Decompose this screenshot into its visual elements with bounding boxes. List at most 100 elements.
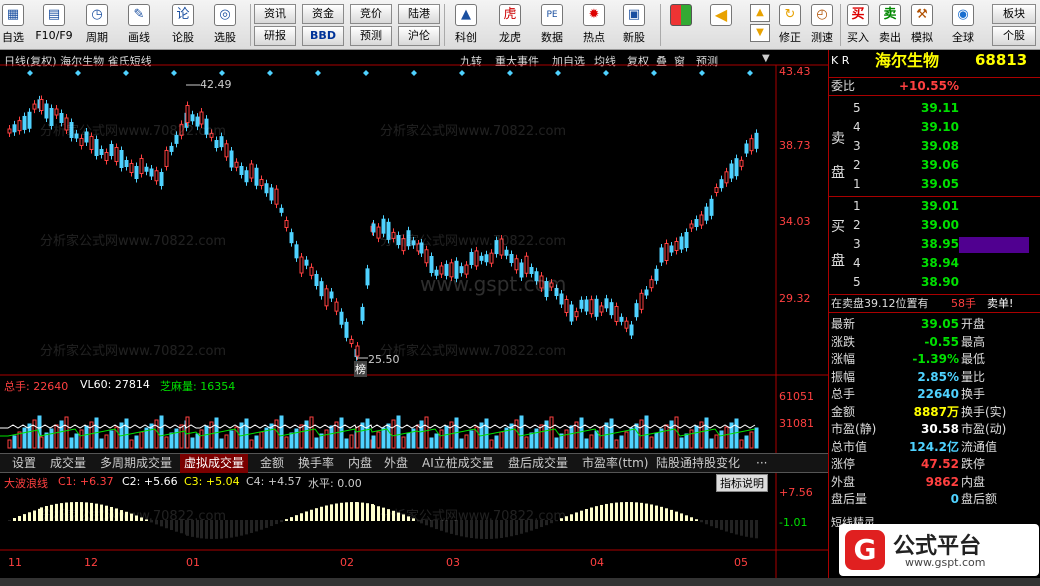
volume-bar [249,439,254,449]
tab-4[interactable]: 金额 [256,454,288,473]
tab-12[interactable]: ··· [752,454,771,473]
stat-value: 0 [950,492,959,506]
indicator-bar [275,520,278,525]
dragon-tiger-button[interactable]: 虎龙虎 [492,2,528,48]
candle-body [574,311,579,318]
shanghai-london-button[interactable]: 沪伦 [398,26,440,46]
volume-bar [429,437,434,449]
revise-icon: ↻ [779,4,801,26]
horizontal-scrollbar[interactable] [0,578,1040,586]
indicator-help-button[interactable]: 指标说明 [716,474,768,492]
event-marker [555,70,561,76]
target-icon: ◎ [214,4,236,26]
news-button[interactable]: 资讯 [254,4,296,24]
indicator-bar [33,510,36,521]
volume-bar [12,435,17,449]
stock-button[interactable]: 个股 [992,26,1036,46]
indicator-bar [605,503,608,521]
tab-5[interactable]: 换手率 [294,454,338,473]
volume-bar [749,431,754,449]
label: 测速 [811,31,833,44]
arrow-up-icon[interactable]: ▲ [750,4,770,22]
tab-2[interactable]: 多周期成交量 [96,454,176,473]
candle-body [79,138,84,146]
global-button[interactable]: ◉ 全球 [946,2,980,48]
candle-body [619,316,624,322]
candle-body [244,170,249,183]
hot-button[interactable]: ✹ 热点 [576,2,612,48]
order-row: 4 38.94 [829,255,1040,272]
capital-button[interactable]: 资金 [302,4,344,24]
stat-row: 市盈(静) 30.58 市盈(动) [829,421,1040,438]
bbd-button[interactable]: BBD [302,26,344,46]
indicator-bar [570,514,573,521]
tab-6[interactable]: 内盘 [344,454,376,473]
indicator-bar [705,520,708,525]
chart-area[interactable]: 日线(复权) 海尔生物 雀氏短线 九转 重大事件 加自选 均线 复权叠窗预测 ▼ 43.… [0,50,828,578]
candle-body [124,160,129,167]
quote-panel: K R 海尔生物 68813 委比 +10.55% 卖盘 5 39.11 4 39.1… [828,50,1040,578]
indicator-bar [590,507,593,521]
buy-button[interactable]: 买买入 [844,2,872,48]
divider [250,4,251,46]
stat-label-2: 量比 [961,369,986,384]
candle-body [355,345,360,357]
tab-9[interactable]: 盘后成交量 [504,454,572,473]
volume-bar [754,427,759,449]
bang-badge[interactable]: 榜 [354,361,367,377]
stat-label-2: 内盘 [961,474,986,489]
candle-body [164,149,169,167]
watchlist-button[interactable]: ▦ 自选 [0,2,26,48]
volume-bar [499,431,504,449]
candle-body [259,179,264,186]
stat-label-2: 最高 [961,334,986,349]
stat-label: 总市值 [831,439,868,454]
research-button[interactable]: 研报 [254,26,296,46]
logo-icon: G [845,530,885,570]
data-button[interactable]: PE 数据 [534,2,570,48]
indicator-bar [580,510,583,521]
indicator-bar [356,502,359,521]
sell-button[interactable]: 卖卖出 [876,2,904,48]
candle-body [349,338,354,344]
order-price: 38.94 [921,256,959,270]
price-axis-label: 34.03 [779,215,811,228]
volume-bar [494,435,499,449]
volume-bar [396,415,401,449]
back-button[interactable]: ◀ [706,2,736,48]
date-label: 12 [84,556,98,569]
stock-picker-button[interactable]: ◎ 选股 [210,2,240,48]
layout-icon [670,4,692,26]
discuss-button[interactable]: 论论股 [168,2,198,48]
layout-button[interactable] [666,2,696,48]
tab-7[interactable]: 外盘 [380,454,412,473]
stat-value: 47.52 [921,457,959,471]
scroll-buttons[interactable]: ▲ ▼ [748,2,772,48]
ipo-button[interactable]: ▣ 新股 [616,2,652,48]
f10-button[interactable]: ▤ F10/F9 [34,2,74,48]
tab-8[interactable]: AI立桩成交量 [418,454,498,473]
period-button[interactable]: ◷ 周期 [82,2,112,48]
forecast-button[interactable]: 预测 [350,26,392,46]
tab-1[interactable]: 成交量 [46,454,90,473]
buy-icon: 买 [847,4,869,26]
indicator-bar [23,514,26,521]
indicator-bar [245,520,248,535]
revise-button[interactable]: ↻ 修正 [776,2,804,48]
tab-11[interactable]: 陆股通持股变化 [652,454,744,473]
tab-0[interactable]: 设置 [8,454,40,473]
arrow-down-icon[interactable]: ▼ [750,24,770,42]
indicator-bar [660,506,663,521]
simulate-button[interactable]: ⚒ 模拟 [908,2,936,48]
volume-bar [734,418,739,449]
tab-10[interactable]: 市盈率(ttm) [578,454,652,473]
volume-bar [199,429,204,449]
hk-connect-button[interactable]: 陆港 [398,4,440,24]
auction-button[interactable]: 竞价 [350,4,392,24]
candle-body [309,266,314,276]
draw-button[interactable]: ✎ 画线 [124,2,154,48]
speed-test-button[interactable]: ◴ 测速 [808,2,836,48]
sector-button[interactable]: 板块 [992,4,1036,24]
tab-3[interactable]: 虚拟成交量 [180,454,249,473]
star-market-button[interactable]: ▲ 科创 [448,2,484,48]
